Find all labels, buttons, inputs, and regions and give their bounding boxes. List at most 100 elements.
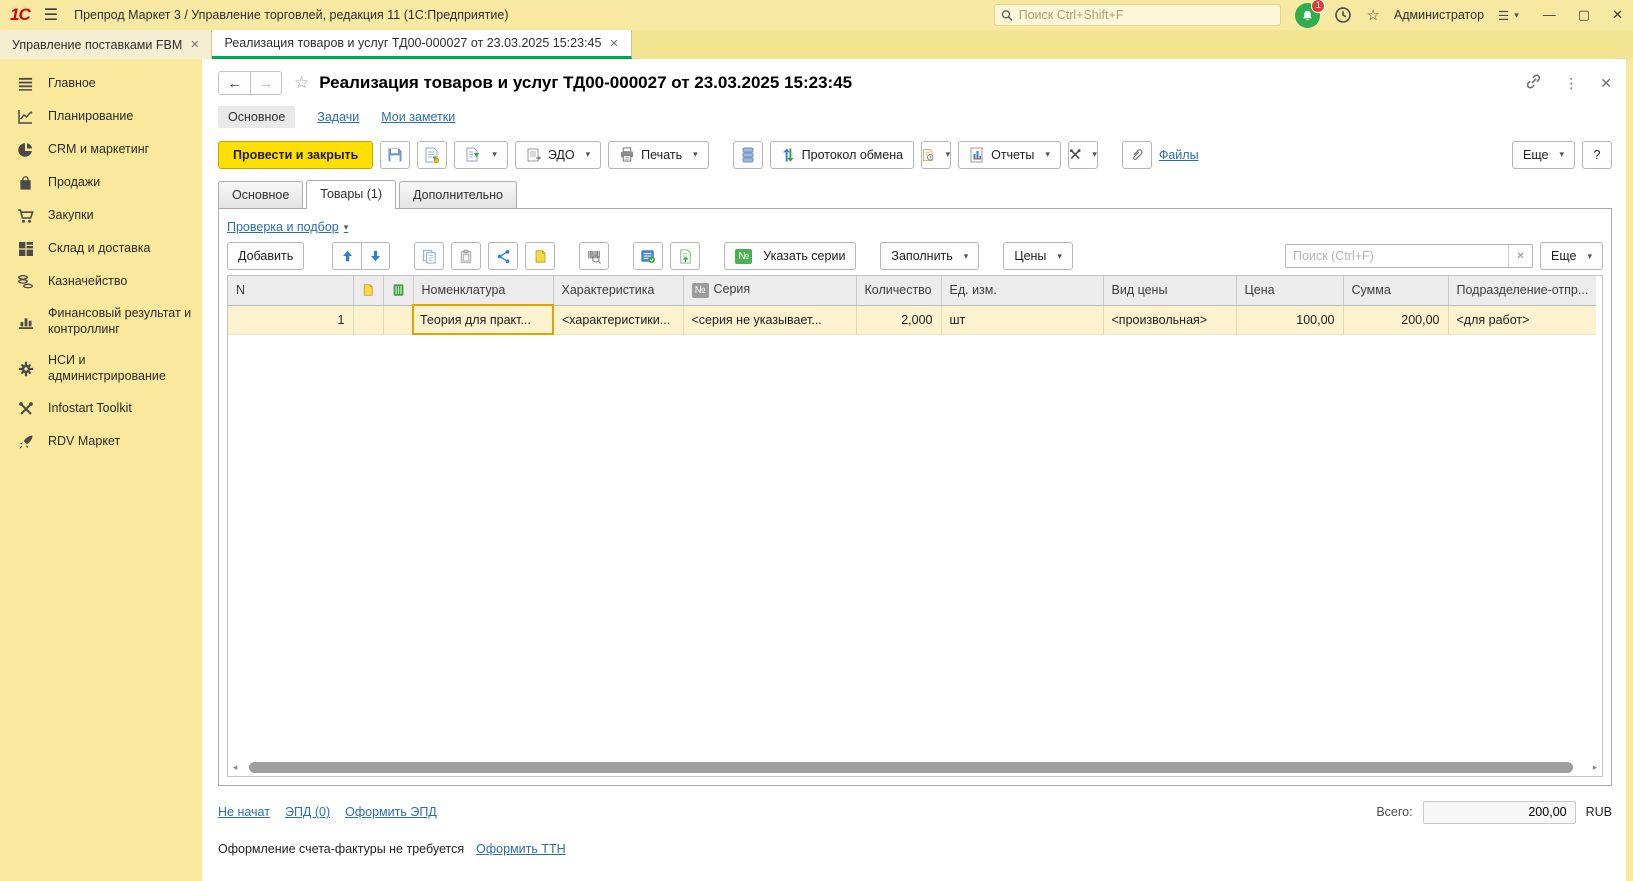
create-based-on-button[interactable] <box>454 140 508 169</box>
scroll-right-icon[interactable]: ▸ <box>1590 762 1600 773</box>
check-and-pick-link[interactable]: Проверка и подбор <box>227 220 348 234</box>
tab-main[interactable]: Основное <box>218 181 304 208</box>
column-characteristic[interactable]: Характеристика <box>553 276 684 306</box>
tab-goods[interactable]: Товары (1) <box>306 180 397 209</box>
window-minimize-icon[interactable]: — <box>1543 7 1556 23</box>
cell-price-type[interactable]: <произвольная> <box>1103 305 1237 334</box>
get-link-icon[interactable] <box>1525 73 1542 93</box>
global-search-field[interactable] <box>1018 8 1275 22</box>
paste-row-button[interactable] <box>451 242 482 270</box>
cell-department[interactable]: <для работ> <box>1448 305 1596 334</box>
move-up-button[interactable] <box>333 243 362 269</box>
tab-additional[interactable]: Дополнительно <box>399 181 517 208</box>
add-row-button[interactable]: Добавить <box>227 242 305 270</box>
notifications-bell-icon[interactable]: 1 <box>1295 0 1326 28</box>
cell-price[interactable]: 100,00 <box>1236 305 1344 334</box>
sidebar-item-rdv-market[interactable]: RDV Маркет <box>0 426 202 459</box>
copy-row-button[interactable] <box>414 242 445 270</box>
post-document-button[interactable] <box>417 140 448 169</box>
column-unit[interactable]: Ед. изм. <box>941 276 1104 306</box>
sidebar-item-planning[interactable]: Планирование <box>0 100 202 133</box>
files-link[interactable]: Файлы <box>1159 148 1199 162</box>
column-doc-flag[interactable] <box>353 276 384 306</box>
table-row[interactable]: 1 Теория для практ... <характеристики...… <box>228 304 1596 335</box>
column-quantity[interactable]: Количество <box>856 276 942 306</box>
favorites-star-icon[interactable]: ☆ <box>1366 6 1379 24</box>
column-sum[interactable]: Сумма <box>1343 276 1449 306</box>
sidebar-item-infostart-toolkit[interactable]: Infostart Toolkit <box>0 393 202 426</box>
column-department[interactable]: Подразделение-отпр... <box>1448 276 1596 306</box>
edo-button[interactable]: ЭДО <box>514 140 602 169</box>
share-structure-button[interactable] <box>488 242 519 270</box>
tab-close-icon[interactable]: ✕ <box>190 38 199 51</box>
create-epd-link[interactable]: Оформить ЭПД <box>345 805 437 819</box>
tab-close-icon[interactable]: ✕ <box>609 37 618 50</box>
prices-button[interactable]: Цены <box>1003 242 1073 270</box>
delivery-status-link[interactable]: Не начат <box>218 805 270 819</box>
barcode-scan-button[interactable] <box>579 242 610 270</box>
save-button[interactable] <box>380 140 411 169</box>
schedule-button[interactable] <box>921 140 952 169</box>
cell-unit[interactable]: шт <box>941 305 1104 334</box>
nav-link-main[interactable]: Основное <box>218 106 296 128</box>
cell-characteristic[interactable]: <характеристики... <box>553 305 684 334</box>
column-nomenclature[interactable]: Номенклатура <box>413 276 554 306</box>
form-close-icon[interactable]: ✕ <box>1600 75 1612 92</box>
sidebar-item-sales[interactable]: Продажи <box>0 166 202 199</box>
column-series-flag[interactable] <box>383 276 414 306</box>
move-down-button[interactable] <box>361 243 390 269</box>
nav-link-tasks[interactable]: Задачи <box>317 110 359 124</box>
sidebar-item-treasury[interactable]: Казначейство <box>0 265 202 298</box>
sidebar-item-finance[interactable]: Финансовый результат и контроллинг <box>0 298 202 345</box>
table-more-button[interactable]: Еще <box>1540 242 1603 270</box>
cell-series[interactable]: <серия не указывает... <box>683 305 857 334</box>
more-options-kebab-icon[interactable]: ⋮ <box>1564 75 1578 92</box>
horizontal-scrollbar[interactable]: ◂ ▸ <box>230 761 1600 774</box>
help-button[interactable]: ? <box>1582 140 1612 169</box>
back-button[interactable]: ← <box>219 72 250 94</box>
table-search-field[interactable] <box>1286 249 1509 263</box>
clear-search-icon[interactable]: ✕ <box>1508 245 1532 267</box>
sidebar-item-purchases[interactable]: Закупки <box>0 199 202 232</box>
fill-button[interactable]: Заполнить <box>880 242 980 270</box>
reports-button[interactable]: Отчеты <box>958 140 1061 169</box>
cell-doc-flag[interactable] <box>353 305 384 334</box>
forward-button[interactable]: → <box>250 72 281 94</box>
column-n[interactable]: N <box>228 276 354 306</box>
main-menu-icon[interactable]: ☰ <box>44 5 58 25</box>
cell-n[interactable]: 1 <box>228 305 354 334</box>
window-tab-fbm[interactable]: Управление поставками FBM ✕ <box>0 30 213 59</box>
scrollbar-thumb[interactable] <box>249 762 1573 773</box>
create-ttn-link[interactable]: Оформить ТТН <box>476 842 566 856</box>
sidebar-item-crm[interactable]: CRM и маркетинг <box>0 133 202 166</box>
nav-link-notes[interactable]: Мои заметки <box>381 110 455 124</box>
service-menu-icon[interactable]: ☰ <box>1498 8 1519 23</box>
attachments-button[interactable] <box>1121 140 1152 169</box>
cell-quantity[interactable]: 2,000 <box>856 305 942 334</box>
current-user[interactable]: Администратор <box>1394 8 1484 22</box>
table-search-input[interactable]: ✕ <box>1285 244 1534 268</box>
total-amount-field[interactable] <box>1422 800 1576 824</box>
fill-check-button[interactable] <box>633 242 664 270</box>
exchange-protocol-button[interactable]: Протокол обмена <box>769 140 915 169</box>
print-button[interactable]: Печать <box>608 140 709 169</box>
change-document-button[interactable] <box>525 242 556 270</box>
scroll-left-icon[interactable]: ◂ <box>230 762 240 773</box>
column-series[interactable]: № Серия <box>683 276 857 306</box>
load-rows-button[interactable] <box>670 242 701 270</box>
sidebar-item-main[interactable]: Главное <box>0 67 202 100</box>
more-button[interactable]: Еще <box>1512 140 1575 169</box>
cell-series-flag[interactable] <box>383 305 414 334</box>
global-search-input[interactable] <box>994 4 1282 26</box>
cell-sum[interactable]: 200,00 <box>1343 305 1449 334</box>
epd-link[interactable]: ЭПД (0) <box>285 805 330 819</box>
history-icon[interactable] <box>1334 6 1352 24</box>
sidebar-item-warehouse[interactable]: Склад и доставка <box>0 232 202 265</box>
column-price-type[interactable]: Вид цены <box>1103 276 1237 306</box>
cell-nomenclature-selected[interactable]: Теория для практ... <box>412 304 554 335</box>
window-maximize-icon[interactable]: ▢ <box>1578 7 1590 23</box>
service-tools-button[interactable] <box>1067 140 1098 169</box>
set-series-button[interactable]: № Указать серии <box>724 242 857 270</box>
window-tab-realization[interactable]: Реализация товаров и услуг ТД00-000027 о… <box>212 30 632 59</box>
post-and-close-button[interactable]: Провести и закрыть <box>218 140 374 169</box>
